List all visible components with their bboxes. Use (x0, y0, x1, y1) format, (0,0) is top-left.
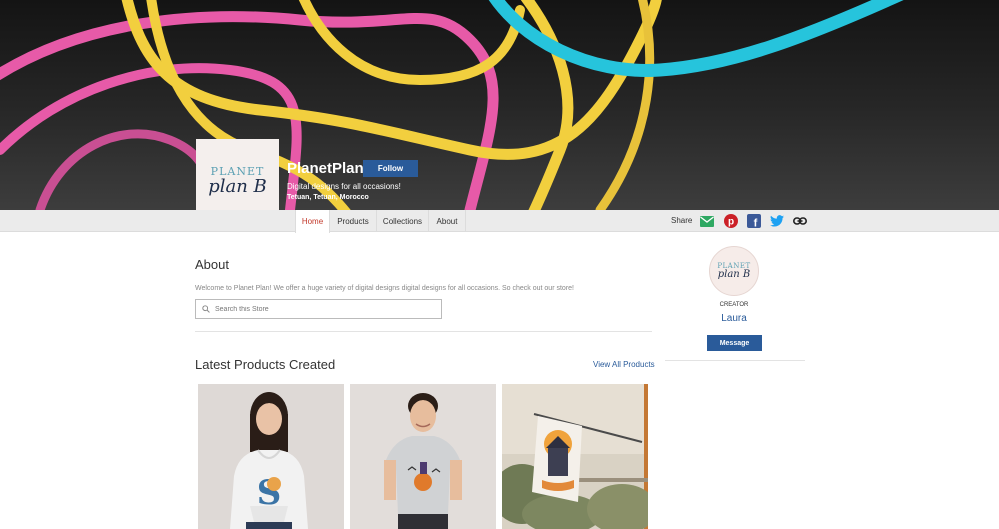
avatar-text-bottom: plan B (717, 269, 751, 280)
store-name: PlanetPlanB (287, 160, 375, 177)
facebook-icon[interactable]: f (747, 214, 761, 228)
store-nav-bar: Home Products Collections About (0, 210, 999, 233)
tab-collections[interactable]: Collections (377, 210, 429, 232)
link-icon[interactable] (793, 214, 807, 228)
pinterest-icon[interactable]: p (724, 214, 738, 228)
product-card-garden-flag[interactable] (502, 384, 648, 529)
creator-name-link[interactable]: Laura (700, 313, 768, 324)
search-input[interactable] (215, 305, 435, 313)
creator-avatar[interactable]: PLANET plan B (709, 246, 759, 296)
latest-products-title: Latest Products Created (195, 357, 336, 372)
follow-button[interactable]: Follow (363, 160, 418, 177)
about-title: About (195, 257, 229, 272)
tab-products[interactable]: Products (330, 210, 377, 232)
store-tagline: Digital designs for all occasions! (287, 182, 401, 191)
section-divider (195, 331, 652, 332)
search-icon (202, 305, 210, 313)
sidebar-divider (665, 360, 805, 361)
email-icon[interactable] (700, 214, 714, 228)
tab-home[interactable]: Home (295, 210, 330, 233)
product-card-tshirt[interactable] (350, 384, 496, 529)
store-location: Tetuan, Tetuan, Morocco (287, 194, 369, 201)
view-all-products-link[interactable]: View All Products (593, 360, 655, 369)
svg-text:p: p (728, 217, 734, 228)
store-banner (0, 0, 999, 210)
tab-about[interactable]: About (429, 210, 466, 232)
about-text: Welcome to Planet Plan! We offer a huge … (195, 285, 574, 292)
banner-swirls (0, 0, 999, 210)
message-button[interactable]: Message (707, 335, 762, 351)
product-image-garden-flag (502, 384, 648, 529)
product-image-hoodie: S (198, 384, 344, 529)
twitter-icon[interactable] (770, 214, 784, 228)
creator-label: CREATOR (719, 302, 749, 308)
product-image-tshirt (350, 384, 496, 529)
logo-text-bottom: plan B (208, 176, 267, 197)
share-label: Share (671, 216, 693, 225)
store-search (195, 299, 442, 319)
svg-text:f: f (754, 218, 758, 229)
product-card-hoodie[interactable]: S (198, 384, 344, 529)
